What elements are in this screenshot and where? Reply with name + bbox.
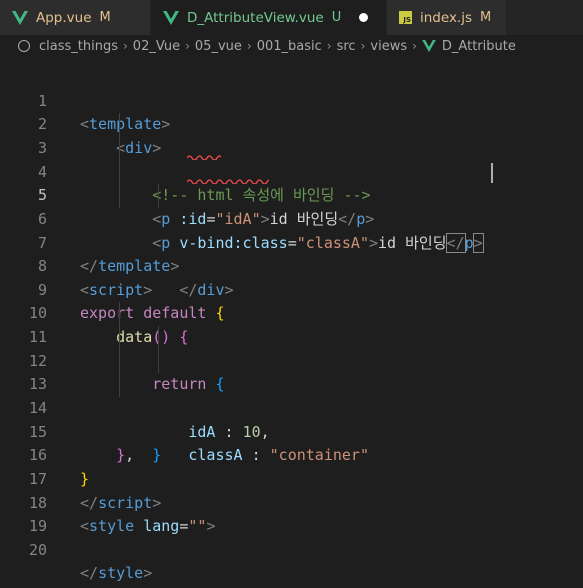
breadcrumb: class_things › 02_Vue › 05_vue › 001_bas… <box>0 35 583 57</box>
breadcrumb-item[interactable]: 05_vue <box>195 39 242 54</box>
code-line[interactable]: 3 <!-- html 속성에 바인딩 --> <box>0 113 583 204</box>
tab-bar: App.vue M D_AttributeView.vue U JS index… <box>0 0 583 35</box>
chevron-right-icon: › <box>326 39 332 53</box>
error-squiggle <box>187 178 269 184</box>
code-line[interactable]: 8 <script> <box>0 231 583 299</box>
code-line[interactable]: 2 <div> <box>0 90 583 157</box>
tab-label: index.js <box>420 9 473 26</box>
tab-index-js[interactable]: JS index.js M <box>387 0 507 35</box>
tab-app-vue[interactable]: App.vue M <box>0 0 151 35</box>
tab-label: D_AttributeView.vue <box>187 9 324 26</box>
code-line[interactable]: 6 </div> <box>0 184 583 299</box>
vue-icon <box>163 10 179 25</box>
chevron-right-icon: › <box>360 39 366 53</box>
chevron-right-icon: › <box>185 39 190 53</box>
git-status-badge: U <box>331 10 342 25</box>
code-line[interactable]: 5 <p v-bind:class="classA">id 바인딩</p> <box>0 160 583 253</box>
code-line[interactable]: 14 } <box>0 373 583 464</box>
code-line[interactable]: 13 classA : "container" <box>0 349 583 464</box>
text-cursor <box>491 162 493 183</box>
vue-icon <box>422 40 436 52</box>
breadcrumb-item[interactable]: class_things <box>39 39 118 54</box>
chevron-right-icon: › <box>122 39 128 53</box>
error-squiggle <box>187 155 221 160</box>
git-status-badge: M <box>99 10 111 25</box>
code-token: style <box>98 564 144 583</box>
js-icon: JS <box>399 11 412 24</box>
git-status-badge: M <box>480 10 492 25</box>
code-line[interactable]: 16 } <box>0 421 583 488</box>
code-line[interactable]: 17 </script> <box>0 444 583 512</box>
breadcrumb-item[interactable]: src <box>337 39 356 54</box>
code-editor[interactable]: 1 <template> 2 <div> 3 <!-- html 속성에 바인딩… <box>0 66 583 583</box>
unsaved-dot-icon[interactable] <box>359 13 369 22</box>
code-line[interactable]: 15 }, <box>0 397 583 465</box>
code-line[interactable]: 10 data() { <box>0 279 583 346</box>
chevron-right-icon: › <box>246 39 252 53</box>
tab-d-attributeview-vue[interactable]: D_AttributeView.vue U <box>151 0 387 35</box>
breadcrumb-item[interactable]: 02_Vue <box>133 39 180 54</box>
workspace-icon <box>18 40 30 52</box>
code-line[interactable]: 19 <box>0 492 583 535</box>
code-line[interactable]: 11 return { <box>0 302 583 393</box>
code-line[interactable]: 1 <template> <box>0 66 583 134</box>
tab-label: App.vue <box>36 9 92 26</box>
code-line[interactable]: 20 </style> <box>0 515 583 583</box>
code-line[interactable]: 4 <p :id="idA">id 바인딩</p> <box>0 136 583 228</box>
vue-icon <box>12 10 28 25</box>
breadcrumb-item[interactable]: 001_basic <box>257 39 322 54</box>
code-line[interactable]: 9 export default { <box>0 255 583 323</box>
code-line[interactable]: 7 </template> <box>0 208 583 276</box>
chevron-right-icon: › <box>412 39 417 53</box>
line-number: 20 <box>28 540 47 559</box>
code-line[interactable]: 12 idA : 10, <box>0 326 583 441</box>
breadcrumb-item[interactable]: views <box>370 39 407 54</box>
code-line[interactable]: 18 <style lang=""> <box>0 468 583 536</box>
breadcrumb-item[interactable]: D_Attribute <box>442 39 516 54</box>
